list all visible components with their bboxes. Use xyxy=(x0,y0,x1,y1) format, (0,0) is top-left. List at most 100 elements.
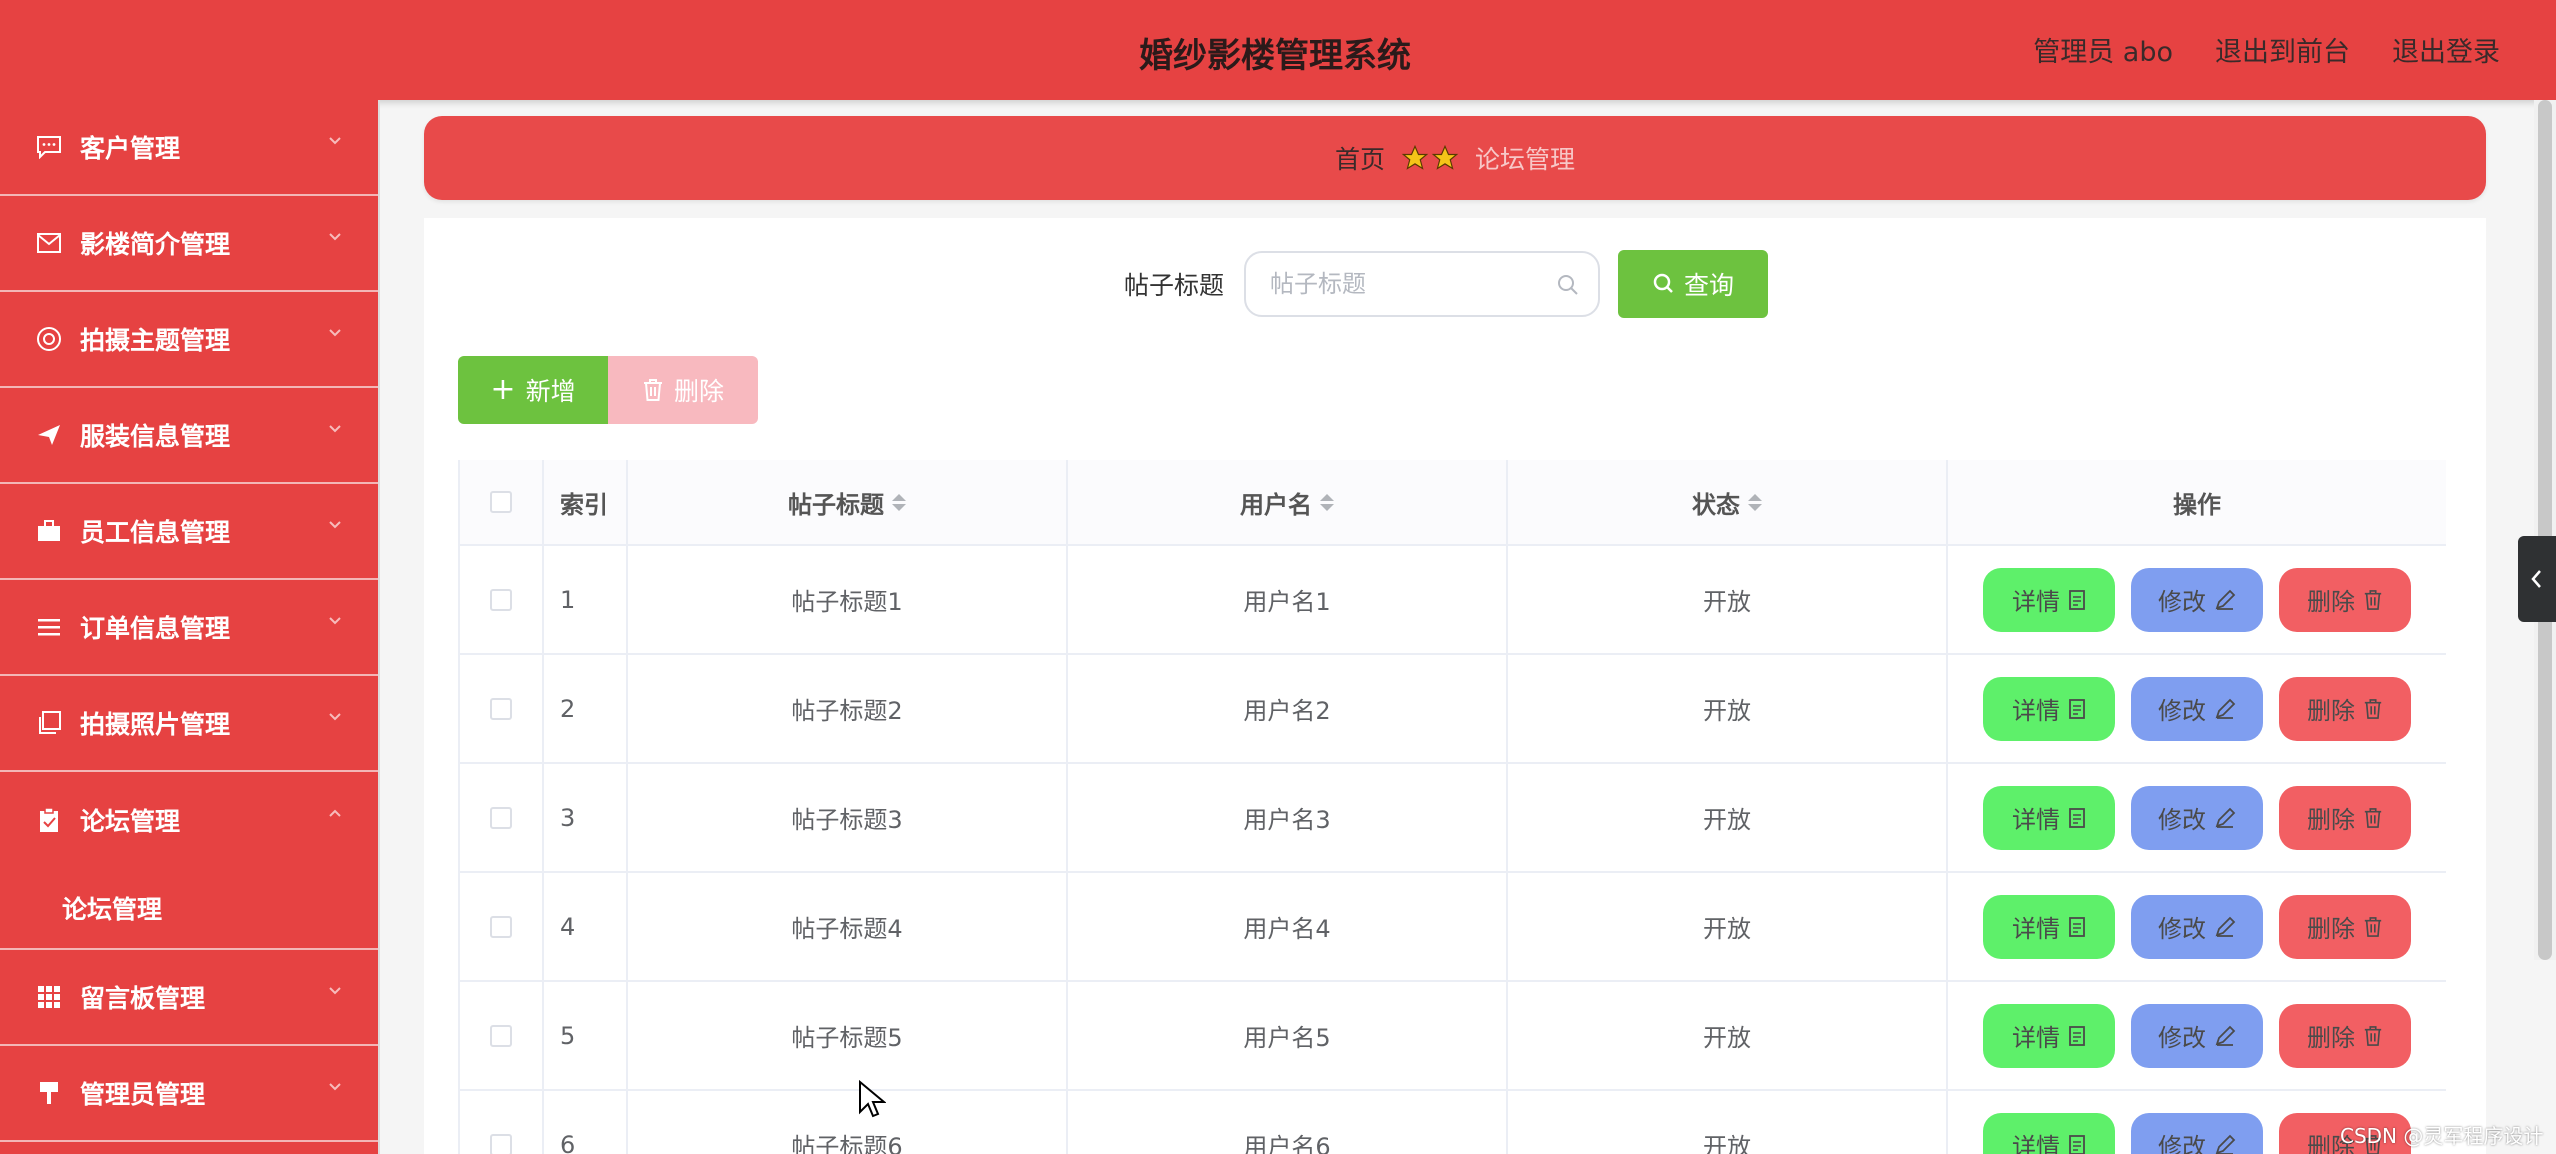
row-checkbox[interactable] xyxy=(490,697,512,720)
header-status[interactable]: 状态 xyxy=(1508,460,1948,544)
row-title: 帖子标题3 xyxy=(628,764,1068,871)
side-panel-toggle[interactable] xyxy=(2518,536,2556,622)
detail-label: 详情 xyxy=(2012,697,2060,725)
globe-icon xyxy=(34,324,64,354)
detail-button[interactable]: 详情 xyxy=(1983,676,2115,741)
edit-button[interactable]: 修改 xyxy=(2131,676,2263,741)
search-box[interactable] xyxy=(1244,251,1601,317)
star-icon xyxy=(1431,144,1459,170)
delete-label: 删除 xyxy=(2307,806,2355,834)
sidebar-item-photos[interactable]: 拍摄照片管理 xyxy=(0,676,378,772)
scrollbar-thumb[interactable] xyxy=(2538,100,2552,960)
row-status: 开放 xyxy=(1508,873,1948,980)
delete-button[interactable]: 删除 xyxy=(2279,567,2411,632)
row-title: 帖子标题6 xyxy=(628,1091,1068,1154)
logout-link[interactable]: 退出登录 xyxy=(2392,30,2500,69)
query-button[interactable]: 查询 xyxy=(1618,250,1769,318)
row-ops: 详情 修改 删除 xyxy=(1948,982,2446,1089)
detail-button[interactable]: 详情 xyxy=(1983,894,2115,959)
sidebar-item-forum[interactable]: 论坛管理 xyxy=(0,772,378,868)
breadcrumb-home[interactable]: 首页 xyxy=(1335,140,1385,176)
content-panel: 帖子标题 查询 + 新增 删除 索引 帖子标题 用户名 xyxy=(424,218,2486,1154)
row-user: 用户名4 xyxy=(1068,873,1508,980)
sidebar-item-clothing[interactable]: 服装信息管理 xyxy=(0,388,378,484)
sort-icon[interactable] xyxy=(892,493,906,511)
delete-button[interactable]: 删除 xyxy=(2279,676,2411,741)
chevron-left-icon xyxy=(2531,570,2541,588)
delete-button[interactable]: 删除 xyxy=(2279,1003,2411,1068)
trash-icon xyxy=(2364,1025,2382,1046)
search-icon xyxy=(1558,275,1578,295)
action-row: + 新增 删除 xyxy=(458,356,758,424)
chevron-down-icon xyxy=(329,521,341,529)
detail-button[interactable]: 详情 xyxy=(1983,1003,2115,1068)
row-ops: 详情 修改 删除 xyxy=(1948,655,2446,762)
table-row: 4 帖子标题4 用户名4 开放 详情 修改 删除 xyxy=(458,873,2446,982)
sidebar-item-label: 员工信息管理 xyxy=(80,518,231,547)
sidebar-item-admin[interactable]: 管理员管理 xyxy=(0,1046,378,1142)
document-icon xyxy=(2069,1025,2085,1046)
row-checkbox[interactable] xyxy=(490,806,512,829)
table-header-row: 索引 帖子标题 用户名 状态 操作 xyxy=(458,460,2446,546)
sidebar-item-studio-intro[interactable]: 影楼简介管理 xyxy=(0,196,378,292)
row-checkbox[interactable] xyxy=(490,915,512,938)
sidebar-item-customer[interactable]: 客户管理 xyxy=(0,100,378,196)
pencil-icon xyxy=(2215,589,2236,610)
batch-delete-button[interactable]: 删除 xyxy=(608,356,758,424)
sidebar-item-guestbook[interactable]: 留言板管理 xyxy=(0,950,378,1046)
delete-button[interactable]: 删除 xyxy=(2279,894,2411,959)
select-all-checkbox[interactable] xyxy=(490,491,512,513)
sidebar-item-orders[interactable]: 订单信息管理 xyxy=(0,580,378,676)
sort-icon[interactable] xyxy=(1320,493,1334,511)
sidebar-subitem-forum[interactable]: 论坛管理 xyxy=(0,868,378,950)
row-checkbox-cell xyxy=(458,655,544,762)
to-front-link[interactable]: 退出到前台 xyxy=(2215,30,2350,69)
detail-button[interactable]: 详情 xyxy=(1983,1112,2115,1154)
row-title: 帖子标题5 xyxy=(628,982,1068,1089)
star-icon xyxy=(1401,144,1429,170)
row-status: 开放 xyxy=(1508,764,1948,871)
chevron-down-icon xyxy=(329,233,341,241)
detail-label: 详情 xyxy=(2012,1133,2060,1154)
detail-button[interactable]: 详情 xyxy=(1983,567,2115,632)
row-index: 2 xyxy=(544,655,628,762)
chevron-down-icon xyxy=(329,617,341,625)
pencil-icon xyxy=(2215,1134,2236,1154)
row-checkbox[interactable] xyxy=(490,588,512,611)
trash-icon xyxy=(2364,698,2382,719)
row-ops: 详情 修改 删除 xyxy=(1948,764,2446,871)
edit-button[interactable]: 修改 xyxy=(2131,1112,2263,1154)
row-checkbox[interactable] xyxy=(490,1024,512,1047)
row-checkbox-cell xyxy=(458,1091,544,1154)
row-status: 开放 xyxy=(1508,1091,1948,1154)
edit-button[interactable]: 修改 xyxy=(2131,567,2263,632)
sidebar-item-label: 拍摄照片管理 xyxy=(80,710,231,739)
search-label: 帖子标题 xyxy=(1124,271,1225,300)
add-button[interactable]: + 新增 xyxy=(458,356,608,424)
trash-icon xyxy=(2364,916,2382,937)
table-row: 2 帖子标题2 用户名2 开放 详情 修改 删除 xyxy=(458,655,2446,764)
row-title: 帖子标题1 xyxy=(628,546,1068,653)
sidebar-item-theme[interactable]: 拍摄主题管理 xyxy=(0,292,378,388)
sidebar-item-staff[interactable]: 员工信息管理 xyxy=(0,484,378,580)
sort-icon[interactable] xyxy=(1748,493,1762,511)
edit-button[interactable]: 修改 xyxy=(2131,785,2263,850)
delete-button[interactable]: 删除 xyxy=(2279,785,2411,850)
search-input[interactable] xyxy=(1270,270,1531,298)
watermark: CSDN @灵军程序设计 xyxy=(2340,1124,2544,1148)
header-user[interactable]: 用户名 xyxy=(1068,460,1508,544)
detail-button[interactable]: 详情 xyxy=(1983,785,2115,850)
current-user: 管理员 abo xyxy=(2033,37,2173,68)
row-checkbox[interactable] xyxy=(490,1133,512,1154)
edit-button[interactable]: 修改 xyxy=(2131,894,2263,959)
sidebar-item-label: 订单信息管理 xyxy=(80,614,231,643)
row-user: 用户名5 xyxy=(1068,982,1508,1089)
batch-delete-label: 删除 xyxy=(673,377,724,406)
chevron-up-icon xyxy=(329,809,341,817)
row-user: 用户名2 xyxy=(1068,655,1508,762)
page-scrollbar[interactable] xyxy=(2534,100,2556,960)
row-user: 用户名3 xyxy=(1068,764,1508,871)
edit-button[interactable]: 修改 xyxy=(2131,1003,2263,1068)
header-title[interactable]: 帖子标题 xyxy=(628,460,1068,544)
delete-label: 删除 xyxy=(2307,588,2355,616)
